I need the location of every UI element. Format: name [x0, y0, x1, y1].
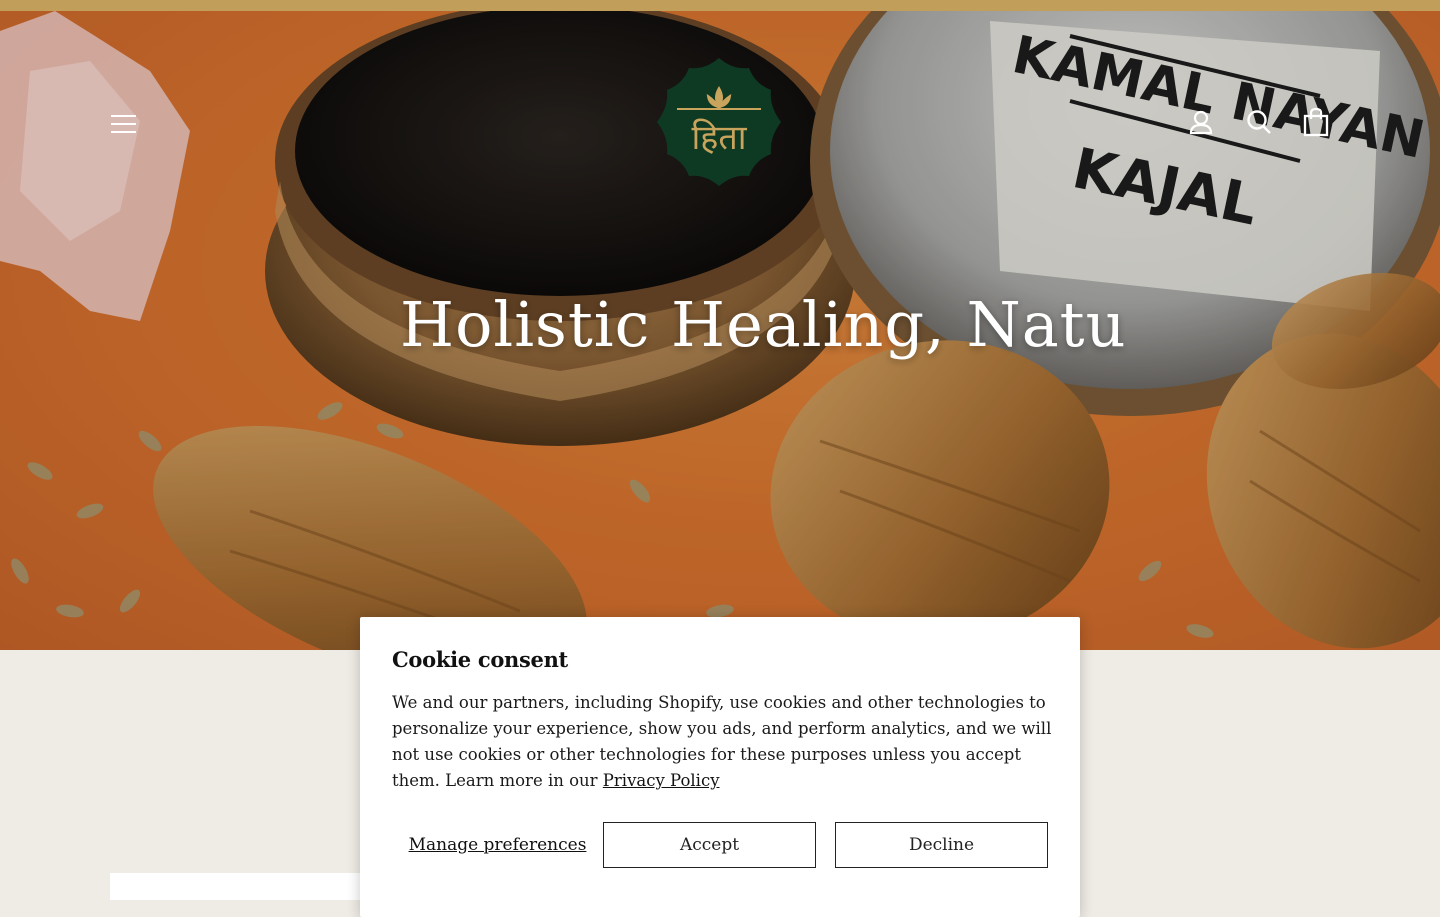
user-icon[interactable]	[1185, 106, 1217, 138]
cookie-description: We and our partners, including Shopify, …	[392, 690, 1052, 794]
logo-text: हिता	[691, 118, 747, 158]
accept-button[interactable]: Accept	[603, 822, 816, 868]
decline-button[interactable]: Decline	[835, 822, 1048, 868]
privacy-policy-link[interactable]: Privacy Policy	[603, 771, 720, 790]
cookie-actions: Manage preferences Accept Decline	[392, 822, 1048, 868]
logo-icon: हिता	[657, 58, 781, 186]
site-logo[interactable]: हिता	[653, 56, 785, 188]
site-header: हिता	[0, 11, 1440, 211]
search-icon[interactable]	[1243, 106, 1275, 138]
cookie-body-text: We and our partners, including Shopify, …	[392, 693, 1052, 790]
shopping-bag-icon[interactable]	[1300, 106, 1332, 138]
announcement-bar	[0, 0, 1440, 11]
cookie-title: Cookie consent	[392, 647, 568, 672]
hamburger-menu-icon[interactable]	[108, 111, 140, 137]
cookie-consent-modal: Cookie consent We and our partners, incl…	[360, 617, 1080, 917]
hero-title: Holistic Healing, Natu	[400, 288, 1127, 361]
content-card	[110, 873, 360, 900]
manage-preferences-button[interactable]: Manage preferences	[392, 822, 603, 868]
